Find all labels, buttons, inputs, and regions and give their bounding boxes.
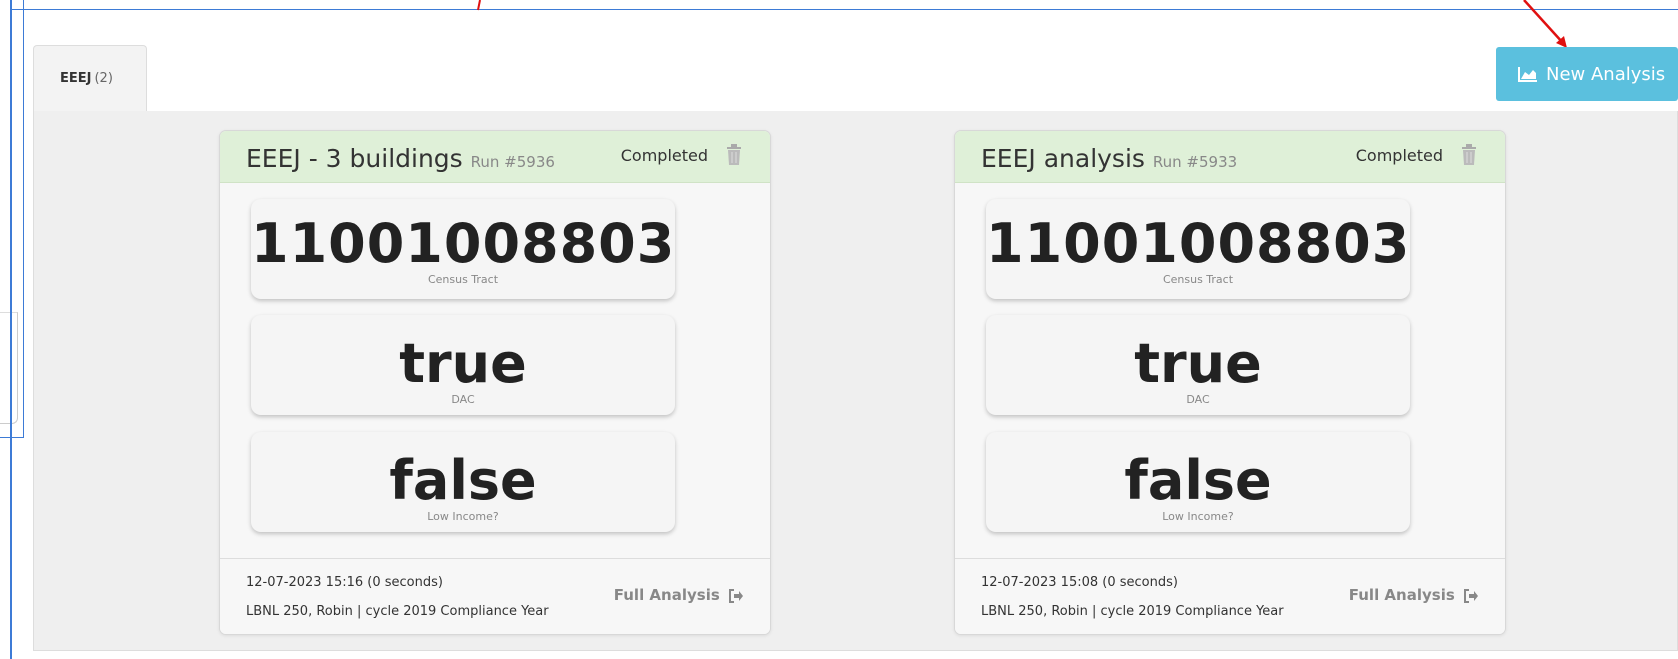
analysis-card: EEEJ - 3 buildings Run #5936 Completed 1… xyxy=(219,130,771,635)
metric-value: 11001008803 xyxy=(986,212,1411,275)
metric-value: 11001008803 xyxy=(251,212,676,275)
run-meta: LBNL 250, Robin | cycle 2019 Compliance … xyxy=(981,604,1284,619)
status-badge: Completed xyxy=(620,146,708,165)
card-title: EEEJ analysis Run #5933 xyxy=(981,144,1237,173)
metric-census-tract: 11001008803 Census Tract xyxy=(251,199,675,299)
metric-dac: true DAC xyxy=(251,315,675,415)
card-title-text: EEEJ - 3 buildings xyxy=(246,144,463,173)
card-footer: 12-07-2023 15:16 (0 seconds) LBNL 250, R… xyxy=(220,558,770,634)
new-analysis-button[interactable]: New Analysis xyxy=(1496,47,1678,101)
metric-label: DAC xyxy=(1186,393,1210,406)
card-title-text: EEEJ analysis xyxy=(981,144,1145,173)
metric-low-income: false Low Income? xyxy=(251,432,675,532)
tab-count: (2) xyxy=(94,71,113,86)
metric-value: false xyxy=(389,449,537,512)
full-analysis-label: Full Analysis xyxy=(613,586,720,604)
full-analysis-link[interactable]: Full Analysis xyxy=(1349,586,1479,604)
tab-label: EEEJ xyxy=(60,71,92,86)
card-header: EEEJ - 3 buildings Run #5936 Completed xyxy=(220,131,770,183)
annotation-arrow-top xyxy=(477,0,481,11)
status-badge: Completed xyxy=(1355,146,1443,165)
run-date: 12-07-2023 15:16 (0 seconds) xyxy=(246,575,443,590)
metric-dac: true DAC xyxy=(986,315,1410,415)
trash-icon[interactable] xyxy=(726,144,742,166)
tab-strip: EEEJ (2) xyxy=(33,45,1678,112)
card-title: EEEJ - 3 buildings Run #5936 xyxy=(246,144,555,173)
run-number: Run #5936 xyxy=(470,153,555,171)
sign-out-icon xyxy=(1464,588,1478,603)
run-date: 12-07-2023 15:08 (0 seconds) xyxy=(981,575,1178,590)
sign-out-icon xyxy=(729,588,743,603)
tab-eeej[interactable]: EEEJ (2) xyxy=(33,45,147,111)
metric-label: DAC xyxy=(451,393,475,406)
annotation-top-box xyxy=(10,0,1678,10)
annotation-left-line xyxy=(10,0,12,659)
full-analysis-label: Full Analysis xyxy=(1348,586,1455,604)
area-chart-icon xyxy=(1518,66,1538,82)
trash-icon[interactable] xyxy=(1461,144,1477,166)
metric-value: false xyxy=(1124,449,1272,512)
metric-label: Low Income? xyxy=(1162,510,1234,523)
new-analysis-label: New Analysis xyxy=(1546,63,1666,85)
metric-value: true xyxy=(399,332,527,395)
run-number: Run #5933 xyxy=(1152,153,1238,171)
metric-label: Low Income? xyxy=(427,510,499,523)
run-meta: LBNL 250, Robin | cycle 2019 Compliance … xyxy=(246,604,549,619)
metric-census-tract: 11001008803 Census Tract xyxy=(986,199,1410,299)
left-panel-edge xyxy=(0,312,18,424)
card-footer: 12-07-2023 15:08 (0 seconds) LBNL 250, R… xyxy=(955,558,1505,634)
analysis-card: EEEJ analysis Run #5933 Completed 110010… xyxy=(954,130,1506,635)
card-header: EEEJ analysis Run #5933 Completed xyxy=(955,131,1505,183)
metric-low-income: false Low Income? xyxy=(986,432,1410,532)
full-analysis-link[interactable]: Full Analysis xyxy=(614,586,744,604)
metric-value: true xyxy=(1134,332,1262,395)
